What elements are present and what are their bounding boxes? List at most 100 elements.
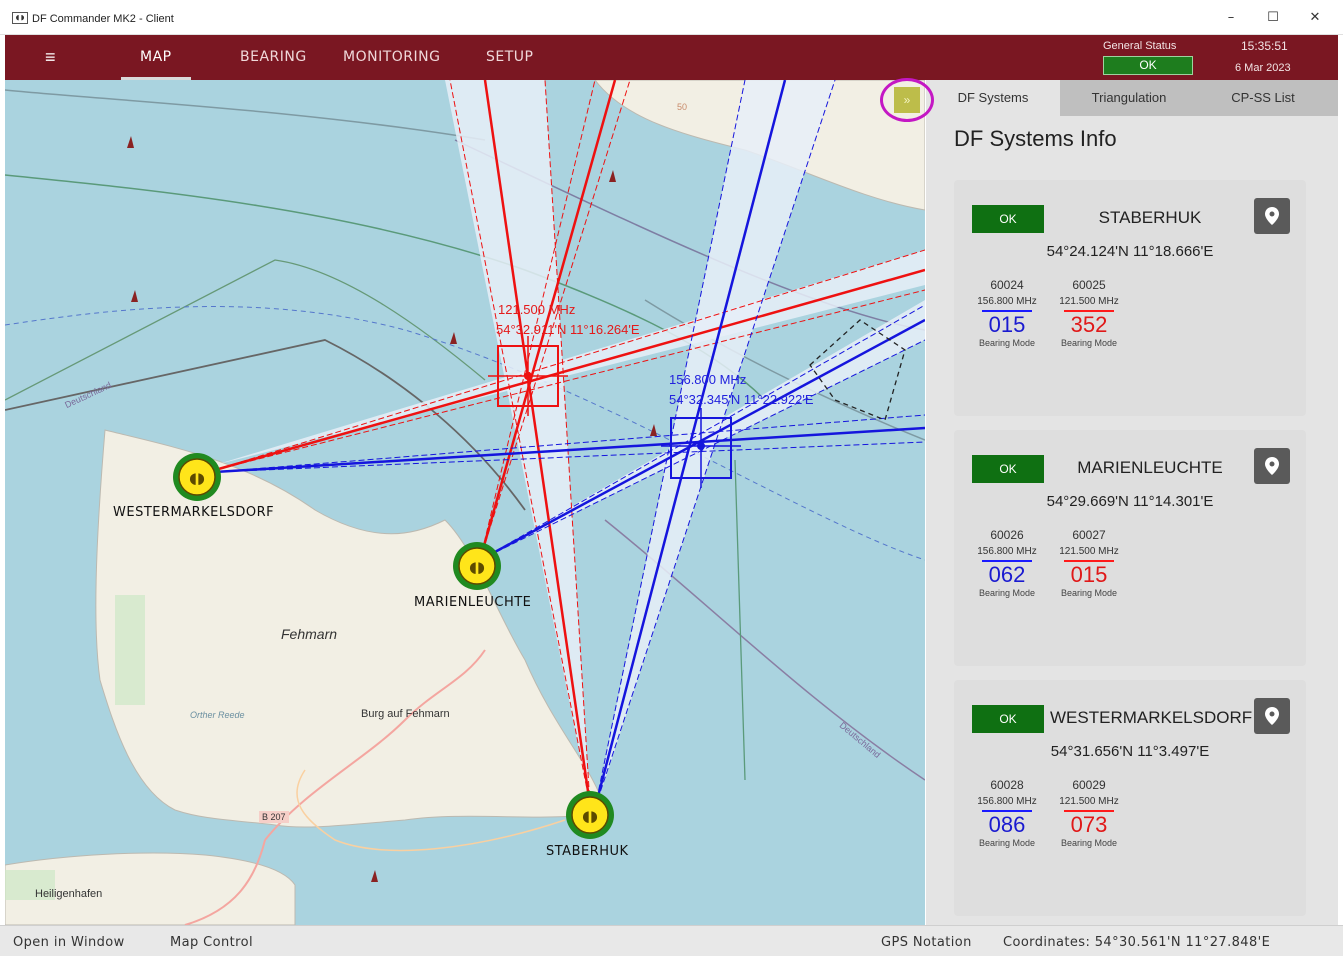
menu-icon[interactable]: ≡ xyxy=(45,47,56,68)
clock-time: 15:35:51 xyxy=(1241,39,1288,53)
close-icon[interactable]: ✕ xyxy=(1300,10,1330,28)
place-label: Heiligenhafen xyxy=(35,888,103,900)
channel-tile[interactable]: 60029 121.500 MHz 073 Bearing Mode xyxy=(1052,778,1126,848)
locate-button[interactable] xyxy=(1254,698,1290,734)
channel-id: 60025 xyxy=(1072,278,1106,292)
channel-bearing: 073 xyxy=(1070,812,1108,837)
channel-frequency: 121.500 MHz xyxy=(1059,296,1119,307)
channel-tile[interactable]: 60025 121.500 MHz 352 Bearing Mode xyxy=(1052,278,1126,348)
channel-bearing: 352 xyxy=(1070,312,1108,337)
site-marker-westermarkelsdorf: ◖◗ xyxy=(173,453,221,501)
boundary-line xyxy=(734,459,746,781)
channel-bearing: 086 xyxy=(988,812,1026,837)
df-system-card: OK STABERHUK 54°24.124'N 11°18.666'E 600… xyxy=(954,180,1306,416)
cursor-coordinates: Coordinates: 54°30.561'N 11°27.848'E xyxy=(1003,935,1271,950)
status-badge: OK xyxy=(972,705,1044,733)
channel-frequency: 121.500 MHz xyxy=(1059,546,1119,557)
gps-notation-button[interactable]: GPS Notation xyxy=(881,935,972,950)
channel-bearing: 062 xyxy=(988,562,1026,587)
channel-bearing: 015 xyxy=(1070,562,1108,587)
red-fix-coordinates: 54°32.911'N 11°16.264'E xyxy=(496,322,640,337)
map-pin-icon xyxy=(1265,207,1279,225)
main-navbar: ≡ MAP BEARING MONITORING SETUP General S… xyxy=(5,35,1338,80)
place-label: Orther Reede xyxy=(190,710,245,720)
channel-bearing: 015 xyxy=(988,312,1026,337)
channel-mode: Bearing Mode xyxy=(1060,588,1118,598)
system-name: MARIENLEUCHTE xyxy=(1077,458,1223,477)
map-pin-icon xyxy=(1265,707,1279,725)
map-control-button[interactable]: Map Control xyxy=(170,935,253,950)
channel-tile[interactable]: 60026 156.800 MHz 062 Bearing Mode xyxy=(970,528,1044,598)
channel-tile[interactable]: 60027 121.500 MHz 015 Bearing Mode xyxy=(1052,528,1126,598)
channel-frequency: 156.800 MHz xyxy=(977,546,1037,557)
system-coordinates: 54°29.669'N 11°14.301'E xyxy=(1046,493,1214,510)
green-area xyxy=(115,595,145,705)
red-bearing-line xyxy=(214,249,925,471)
boundary-line xyxy=(5,174,766,401)
blue-bearing-line xyxy=(214,441,925,473)
tab-setup[interactable]: SETUP xyxy=(486,49,533,65)
blue-fix-frequency: 156.800 MHz xyxy=(669,372,747,387)
channel-mode: Bearing Mode xyxy=(978,838,1036,848)
road-shield: B 207 xyxy=(259,811,289,823)
open-in-window-button[interactable]: Open in Window xyxy=(13,935,125,950)
system-coordinates: 54°31.656'N 11°3.497'E xyxy=(1050,743,1210,760)
status-badge: OK xyxy=(972,205,1044,233)
maximize-icon[interactable]: ☐ xyxy=(1258,10,1288,28)
status-bar: Open in Window Map Control GPS Notation … xyxy=(0,925,1343,956)
double-chevron-icon: » xyxy=(894,87,920,113)
svg-text:◖◗: ◖◗ xyxy=(189,469,205,487)
channel-id: 60029 xyxy=(1072,778,1106,792)
site-label-staberhuk: STABERHUK xyxy=(546,844,629,859)
locate-button[interactable] xyxy=(1254,198,1290,234)
tab-bearing[interactable]: BEARING xyxy=(240,49,307,65)
place-label: Burg auf Fehmarn xyxy=(361,708,450,720)
tab-monitoring[interactable]: MONITORING xyxy=(343,49,440,65)
locate-button[interactable] xyxy=(1254,448,1290,484)
system-name: STABERHUK xyxy=(1098,208,1202,227)
map-pin-icon xyxy=(1265,457,1279,475)
status-badge: OK xyxy=(972,455,1044,483)
svg-text:◖◗: ◖◗ xyxy=(469,558,485,576)
system-coordinates: 54°24.124'N 11°18.666'E xyxy=(1046,243,1214,260)
channel-frequency: 121.500 MHz xyxy=(1059,796,1119,807)
site-marker-staberhuk: ◖◗ xyxy=(566,791,614,839)
boundary-line xyxy=(5,259,486,401)
map-view[interactable]: ◖◗ ◖◗ ◖◗ WESTERMARKELSDORF MARIENLEUCHTE… xyxy=(5,80,925,925)
clock-date: 6 Mar 2023 xyxy=(1235,62,1291,74)
general-status-badge: OK xyxy=(1103,56,1193,75)
system-name: WESTERMARKELSDORF xyxy=(1050,708,1253,727)
channel-mode: Bearing Mode xyxy=(978,588,1036,598)
channel-id: 60026 xyxy=(990,528,1024,542)
channel-id: 60024 xyxy=(990,278,1024,292)
window-titlebar: ◖◗ DF Commander MK2 - Client – ☐ ✕ xyxy=(0,0,1343,35)
channel-tile[interactable]: 60028 156.800 MHz 086 Bearing Mode xyxy=(970,778,1044,848)
df-system-card: OK MARIENLEUCHTE 54°29.669'N 11°14.301'E… xyxy=(954,430,1306,666)
channel-mode: Bearing Mode xyxy=(1060,338,1118,348)
channel-frequency: 156.800 MHz xyxy=(977,796,1037,807)
site-label-marienleuchte: MARIENLEUCHTE xyxy=(414,595,532,610)
window-title: DF Commander MK2 - Client xyxy=(32,13,174,25)
channel-id: 60027 xyxy=(1072,528,1106,542)
boundary-line xyxy=(5,89,486,141)
channel-tile[interactable]: 60024 156.800 MHz 015 Bearing Mode xyxy=(970,278,1044,348)
island-name: Fehmarn xyxy=(281,626,338,642)
general-status-label: General Status xyxy=(1103,40,1177,52)
blue-fix-coordinates: 54°32.345'N 11°22.922'E xyxy=(669,392,814,407)
expand-panel-button[interactable]: » xyxy=(880,78,934,122)
tab-cp-ss-list[interactable]: CP-SS List xyxy=(1198,80,1328,116)
channel-mode: Bearing Mode xyxy=(978,338,1036,348)
panel-title: DF Systems Info xyxy=(954,126,1117,151)
svg-text:◖◗: ◖◗ xyxy=(582,807,598,825)
tab-triangulation[interactable]: Triangulation xyxy=(1064,80,1194,116)
site-marker-marienleuchte: ◖◗ xyxy=(453,542,501,590)
minimize-icon[interactable]: – xyxy=(1216,10,1246,28)
channel-mode: Bearing Mode xyxy=(1060,838,1118,848)
channel-id: 60028 xyxy=(990,778,1024,792)
tab-map[interactable]: MAP xyxy=(140,49,172,65)
contour-label: 50 xyxy=(677,102,688,112)
tab-df-systems[interactable]: DF Systems xyxy=(926,80,1060,116)
df-systems-panel: DF Systems Triangulation CP-SS List DF S… xyxy=(926,80,1338,925)
df-system-card: OK WESTERMARKELSDORF 54°31.656'N 11°3.49… xyxy=(954,680,1306,916)
site-label-westermarkelsdorf: WESTERMARKELSDORF xyxy=(113,505,275,520)
